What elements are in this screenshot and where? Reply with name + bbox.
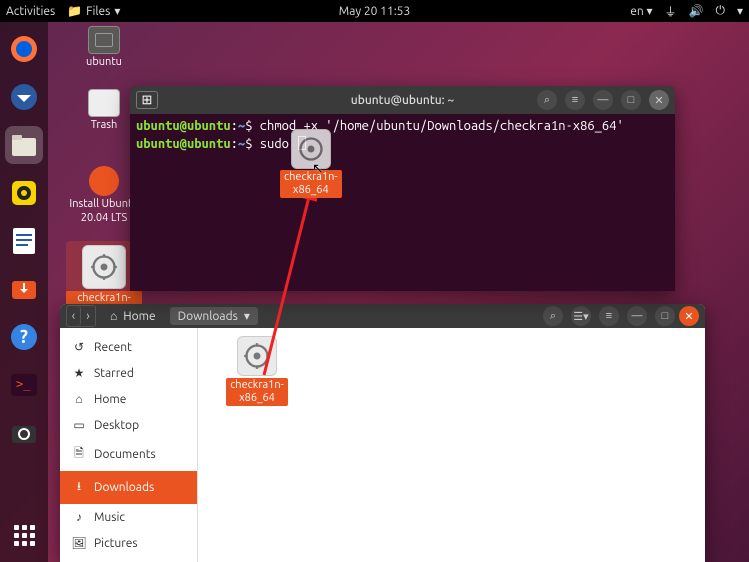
activities-button[interactable]: Activities [6, 5, 55, 18]
star-icon: ★ [72, 366, 86, 380]
mouse-cursor-icon: ↖ [312, 160, 324, 177]
trash-icon [88, 89, 120, 117]
chevron-down-icon: ▾ [114, 4, 120, 18]
maximize-button[interactable]: □ [621, 90, 641, 110]
sidebar-item-downloads[interactable]: ⭳ Downloads [60, 471, 197, 504]
breadcrumb-label: Home [123, 310, 155, 323]
sidebar-item-pictures[interactable]: 🖼 Pictures [60, 530, 197, 556]
clock[interactable]: May 20 11:53 [339, 5, 410, 18]
executable-icon [237, 336, 277, 376]
language-indicator[interactable]: en ▾ [630, 4, 652, 18]
minimize-button[interactable]: — [627, 306, 647, 326]
apps-grid-icon [14, 525, 35, 546]
window-title: ubuntu@ubuntu: ~ [351, 94, 454, 107]
home-icon: ⌂ [72, 392, 86, 406]
terminal-body[interactable]: ubuntu@ubuntu:~$ chmod +x '/home/ubuntu/… [130, 114, 675, 157]
terminal-titlebar[interactable]: ⊞ ubuntu@ubuntu: ~ ⌕ ≡ — □ ✕ [130, 86, 675, 114]
breadcrumb-label: Downloads [178, 310, 238, 323]
music-icon: ♪ [72, 510, 86, 524]
document-icon: 🗎 [72, 444, 86, 465]
sidebar-item-label: Documents [94, 448, 156, 461]
file-checkra1n[interactable]: checkra1n-x86_64 [222, 336, 292, 406]
drag-ghost: checkra1n-x86_64 [280, 129, 342, 198]
picture-icon: 🖼 [72, 536, 86, 550]
drag-ghost-label: checkra1n-x86_64 [280, 170, 342, 198]
hamburger-menu[interactable]: ≡ [599, 306, 619, 326]
clock-icon: ↺ [72, 340, 86, 354]
dock-screenshot[interactable] [5, 414, 43, 452]
installer-icon [89, 166, 119, 196]
network-icon[interactable]: ⏚ [665, 3, 677, 20]
files-window: ‹ › ⌂ Home Downloads ▾ ⌕ ☰▾ ≡ — □ ✕ ↺ Rec… [60, 304, 705, 562]
back-button[interactable]: ‹ [67, 306, 81, 326]
files-sidebar: ↺ Recent ★ Starred ⌂ Home ▭ Desktop 🗎 Documen… [60, 328, 198, 562]
desktop-icon-label: ubuntu [86, 56, 122, 69]
sidebar-item-label: Recent [94, 341, 132, 354]
desktop-icon: ▭ [72, 418, 86, 432]
breadcrumb-home[interactable]: ⌂ Home [102, 307, 164, 325]
new-tab-button[interactable]: ⊞ [136, 91, 158, 109]
view-list-button[interactable]: ☰▾ [571, 306, 591, 326]
folder-icon: 📁 [67, 4, 82, 18]
close-button[interactable]: ✕ [679, 306, 699, 326]
sidebar-item-documents[interactable]: 🗎 Documents [60, 438, 197, 471]
top-panel: Activities 📁 Files ▾ May 20 11:53 en ▾ ⏚… [0, 0, 749, 22]
chevron-down-icon[interactable]: ▾ [737, 4, 743, 18]
close-button[interactable]: ✕ [649, 90, 669, 110]
dock-terminal[interactable]: >_ [5, 366, 43, 404]
sidebar-item-label: Pictures [94, 537, 138, 550]
hamburger-menu[interactable]: ≡ [565, 90, 585, 110]
app-menu[interactable]: 📁 Files ▾ [67, 4, 120, 18]
files-content[interactable]: checkra1n-x86_64 [198, 328, 705, 562]
home-icon: ⌂ [110, 309, 117, 323]
dock: ? >_ [0, 22, 48, 562]
app-menu-label: Files [86, 5, 110, 18]
desktop-ubuntu-folder[interactable]: ubuntu [66, 26, 142, 69]
sidebar-item-label: Desktop [94, 419, 139, 432]
files-titlebar[interactable]: ‹ › ⌂ Home Downloads ▾ ⌕ ☰▾ ≡ — □ ✕ [60, 304, 705, 328]
terminal-window: ⊞ ubuntu@ubuntu: ~ ⌕ ≡ — □ ✕ ubuntu@ubun… [130, 86, 675, 291]
sidebar-item-music[interactable]: ♪ Music [60, 504, 197, 530]
dock-software[interactable] [5, 270, 43, 308]
dock-help[interactable]: ? [5, 318, 43, 356]
terminal-line: ubuntu@ubuntu:~$ sudo [136, 136, 669, 154]
dock-libreoffice[interactable] [5, 222, 43, 260]
executable-icon [82, 245, 126, 289]
file-label: checkra1n-x86_64 [226, 378, 288, 406]
svg-text:>_: >_ [16, 377, 31, 391]
chevron-down-icon: ▾ [244, 309, 250, 323]
dock-apps[interactable] [5, 516, 43, 554]
dock-files[interactable] [5, 126, 43, 164]
volume-icon[interactable]: 🔊 [689, 4, 704, 18]
minimize-button[interactable]: — [593, 90, 613, 110]
sidebar-item-label: Starred [94, 367, 134, 380]
svg-text:?: ? [20, 327, 28, 347]
dock-firefox[interactable] [5, 30, 43, 68]
sidebar-item-label: Downloads [94, 481, 154, 494]
sidebar-item-label: Music [94, 511, 125, 524]
search-button[interactable]: ⌕ [537, 90, 557, 110]
sidebar-item-recent[interactable]: ↺ Recent [60, 334, 197, 360]
sidebar-item-home[interactable]: ⌂ Home [60, 386, 197, 412]
terminal-line: ubuntu@ubuntu:~$ chmod +x '/home/ubuntu/… [136, 118, 669, 136]
search-button[interactable]: ⌕ [543, 306, 563, 326]
download-icon: ⭳ [72, 477, 86, 498]
dock-thunderbird[interactable] [5, 78, 43, 116]
sidebar-item-desktop[interactable]: ▭ Desktop [60, 412, 197, 438]
maximize-button[interactable]: □ [655, 306, 675, 326]
breadcrumb-current[interactable]: Downloads ▾ [170, 307, 258, 325]
home-folder-icon [88, 26, 120, 54]
sidebar-item-starred[interactable]: ★ Starred [60, 360, 197, 386]
dock-rhythmbox[interactable] [5, 174, 43, 212]
sidebar-item-label: Home [94, 393, 126, 406]
power-icon[interactable]: ⏻ [715, 4, 725, 18]
desktop-icon-label: Trash [91, 119, 118, 132]
forward-button[interactable]: › [81, 306, 95, 326]
executable-icon [291, 129, 331, 169]
